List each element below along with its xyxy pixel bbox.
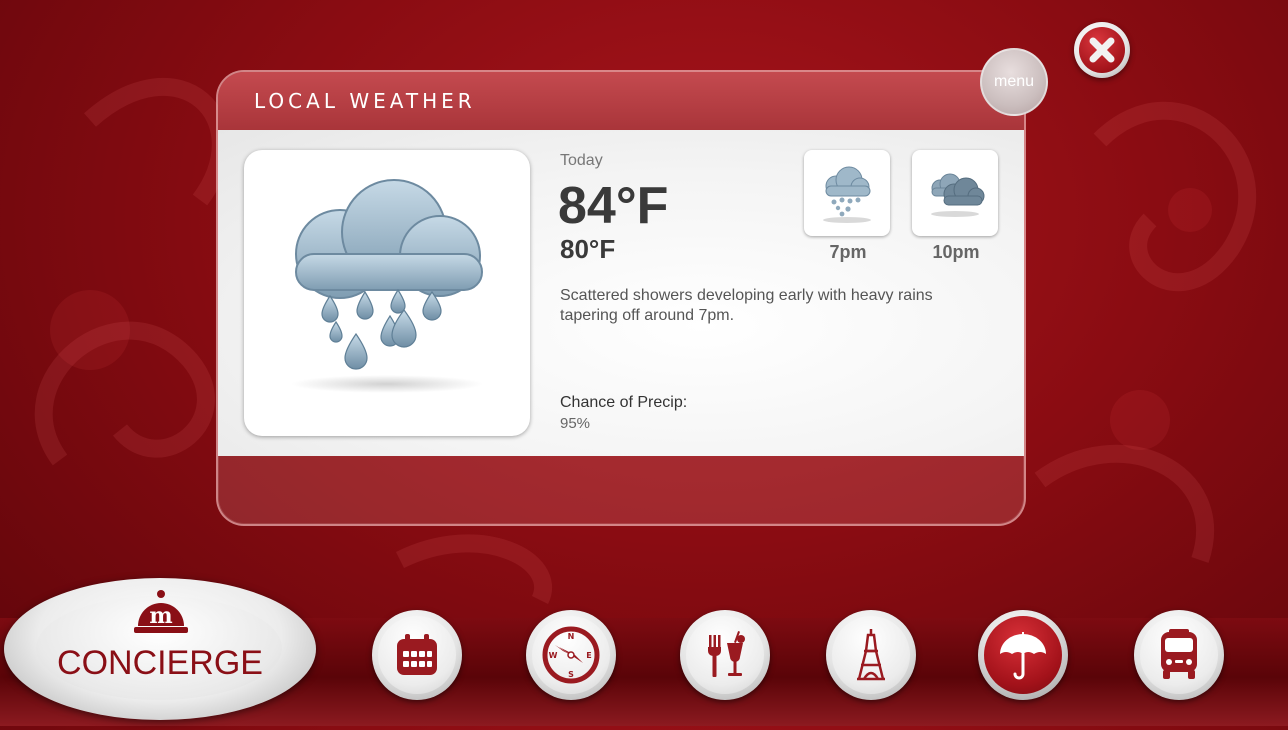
compass-south: S: [568, 670, 574, 679]
rain-cloud-icon: [291, 179, 483, 393]
panel-title: LOCAL WEATHER: [254, 89, 476, 113]
concierge-label: CONCIERGE: [57, 644, 263, 682]
nav-calendar-button[interactable]: [372, 610, 462, 700]
compass-icon: N E S W: [542, 626, 600, 684]
forecast-7pm[interactable]: 7pm: [804, 150, 892, 263]
current-weather-card: [244, 150, 530, 436]
weather-panel: LOCAL WEATHER Today 84°F 80°F Scattered …: [216, 70, 1026, 526]
forecast-time: 7pm: [829, 242, 867, 262]
bell-logo-icon: m: [134, 590, 188, 633]
precip-label: Chance of Precip:: [560, 394, 688, 411]
calendar-icon: [397, 634, 437, 675]
logo-letter: m: [149, 603, 172, 629]
umbrella-icon: [1000, 632, 1046, 680]
compass-east: E: [586, 651, 591, 660]
compass-west: W: [549, 651, 558, 660]
day-label: Today: [560, 152, 603, 169]
compass-north: N: [568, 632, 575, 641]
eiffel-tower-icon: [857, 629, 885, 681]
forecast-icon-box: [912, 150, 998, 236]
nav-transport-button[interactable]: [1134, 610, 1224, 700]
forecast-10pm[interactable]: 10pm: [912, 150, 1000, 263]
menu-button[interactable]: menu: [980, 48, 1048, 116]
fork-glass-icon: [708, 631, 745, 677]
bus-icon: [1161, 629, 1197, 679]
precip-value: 95%: [560, 415, 591, 432]
temperature-low: 80°F: [560, 234, 616, 264]
forecast-icon-box: [804, 150, 890, 236]
weather-content: Today 84°F 80°F Scattered showers develo…: [218, 130, 1024, 456]
forecast-description: Scattered showers developing early with …: [560, 287, 933, 324]
temperature-high: 84°F: [558, 177, 669, 235]
nav-attractions-button[interactable]: [826, 610, 916, 700]
panel-header: LOCAL WEATHER: [218, 72, 1024, 130]
concierge-home-button[interactable]: m CONCIERGE: [4, 578, 316, 720]
cloudy-icon: [931, 173, 985, 217]
nav-dining-button[interactable]: [680, 610, 770, 700]
nav-weather-button[interactable]: [978, 610, 1068, 700]
close-icon: [1089, 37, 1115, 63]
close-button[interactable]: [1074, 22, 1130, 78]
forecast-time: 10pm: [932, 242, 980, 262]
nav-compass-button[interactable]: N E S W: [526, 610, 616, 700]
rain-cloud-icon: [823, 166, 871, 223]
